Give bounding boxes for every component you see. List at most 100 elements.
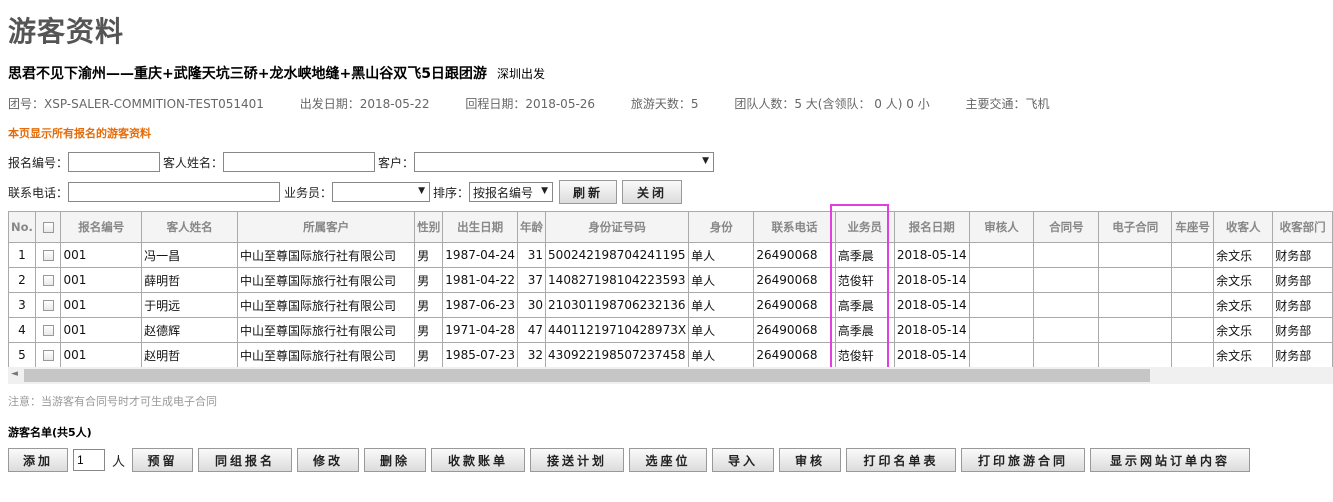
horizontal-scrollbar[interactable]: ◄ <box>8 367 1333 384</box>
table-cell: 26490068 <box>753 267 836 293</box>
reg-no-input[interactable] <box>68 152 161 172</box>
audit-button[interactable]: 审核 <box>779 448 842 472</box>
close-button[interactable]: 关闭 <box>622 180 683 204</box>
table-cell <box>1033 267 1100 293</box>
table-cell: 中山至尊国际旅行社有限公司 <box>237 242 416 268</box>
group-no: 团号：XSP-SALER-COMMITION-TEST051401 <box>8 97 264 111</box>
table-cell: 财务部 <box>1272 317 1333 343</box>
table-cell <box>1033 292 1100 318</box>
table-cell <box>1033 342 1100 368</box>
table-cell: 2018-05-14 <box>893 292 970 318</box>
table-cell: 财务部 <box>1272 292 1333 318</box>
col-header-identity: 身份 <box>688 211 755 243</box>
table-cell: 余文乐 <box>1213 267 1274 293</box>
table-cell: 2 <box>8 267 36 293</box>
transport: 主要交通：飞机 <box>965 97 1050 111</box>
table-cell: 高季晨 <box>834 242 895 268</box>
table-row[interactable]: 4 001 赵德辉 中山至尊国际旅行社有限公司男 1971-04-28 47 4401121… <box>8 317 1333 343</box>
table-cell: 男 <box>414 242 444 268</box>
tourist-table: No. 报名编号 客人姓名 所属客户 性别 出生日期 年龄 身份证号码 身份 联… <box>8 211 1333 368</box>
table-cell: 2018-05-14 <box>893 317 970 343</box>
table-cell: 中山至尊国际旅行社有限公司 <box>237 317 416 343</box>
row-select-cell[interactable] <box>34 292 62 318</box>
table-cell <box>968 242 1035 268</box>
name-input[interactable] <box>223 152 376 172</box>
table-row[interactable]: 5 001 赵明哲 中山至尊国际旅行社有限公司男 1985-07-23 32 4309221… <box>8 342 1333 368</box>
quantity-input[interactable] <box>73 449 105 471</box>
table-cell: 中山至尊国际旅行社有限公司 <box>237 292 416 318</box>
table-cell <box>1098 242 1173 268</box>
table-cell <box>1098 292 1173 318</box>
table-cell: 单人 <box>688 342 755 368</box>
phone-input[interactable] <box>68 182 281 202</box>
refresh-button[interactable]: 刷新 <box>559 180 618 204</box>
col-header-birth: 出生日期 <box>442 211 519 243</box>
table-cell: 财务部 <box>1272 342 1333 368</box>
table-header-row: No. 报名编号 客人姓名 所属客户 性别 出生日期 年龄 身份证号码 身份 联… <box>8 211 1333 243</box>
table-cell: 2018-05-14 <box>893 342 970 368</box>
table-cell <box>1098 317 1173 343</box>
table-cell <box>1098 342 1173 368</box>
table-row[interactable]: 3 001 于明远 中山至尊国际旅行社有限公司男 1987-06-23 30 2103011… <box>8 292 1333 318</box>
row-checkbox[interactable] <box>42 275 54 286</box>
select-seat-button[interactable]: 选座位 <box>629 448 708 472</box>
table-cell <box>1033 242 1100 268</box>
row-checkbox[interactable] <box>42 250 54 261</box>
table-row[interactable]: 2 001 薛明哲 中山至尊国际旅行社有限公司男 1981-04-22 37 1408271… <box>8 267 1333 293</box>
scrollbar-thumb[interactable] <box>24 369 1150 382</box>
group-size: 团队人数：5 大(含领队： 0 人) 0 小 <box>734 97 930 111</box>
row-checkbox[interactable] <box>42 300 54 311</box>
col-header-gender: 性别 <box>414 211 444 243</box>
show-web-order-button[interactable]: 显示网站订单内容 <box>1090 448 1251 472</box>
table-cell: 140827198104223593 <box>545 267 690 293</box>
filter-row-2: 联系电话： 业务员： ▼ 排序： 按报名编号 ▼ 刷新 关闭 <box>8 180 683 204</box>
table-cell: 单人 <box>688 267 755 293</box>
departure-city: 深圳出发 <box>496 67 545 81</box>
table-cell: 薛明哲 <box>141 267 239 293</box>
add-button[interactable]: 添加 <box>8 448 68 472</box>
table-cell: 中山至尊国际旅行社有限公司 <box>237 267 416 293</box>
table-cell: 男 <box>414 317 444 343</box>
return-date: 回程日期：2018-05-26 <box>465 97 596 111</box>
table-cell: 余文乐 <box>1213 292 1274 318</box>
print-contract-button[interactable]: 打印旅游合同 <box>961 448 1086 472</box>
row-checkbox[interactable] <box>42 350 54 361</box>
row-select-cell[interactable] <box>34 267 62 293</box>
import-button[interactable]: 导入 <box>712 448 775 472</box>
col-header-e-contract: 电子合同 <box>1098 211 1173 243</box>
sort-label: 排序： <box>433 185 470 200</box>
contract-note: 注意：当游客有合同号时才可生成电子合同 <box>8 395 217 408</box>
table-cell: 财务部 <box>1272 267 1333 293</box>
col-header-reg-date: 报名日期 <box>893 211 970 243</box>
transfer-plan-button[interactable]: 接送计划 <box>530 448 625 472</box>
table-cell: 001 <box>60 267 143 293</box>
delete-button[interactable]: 删除 <box>364 448 427 472</box>
col-header-phone: 联系电话 <box>753 211 836 243</box>
print-roster-button[interactable]: 打印名单表 <box>846 448 957 472</box>
row-select-cell[interactable] <box>34 342 62 368</box>
table-row[interactable]: 1 001 冯一昌 中山至尊国际旅行社有限公司男 1987-04-24 31 5002421… <box>8 242 1333 268</box>
table-cell: 1987-06-23 <box>442 292 519 318</box>
customer-select[interactable]: ▼ <box>414 152 715 172</box>
col-header-select[interactable] <box>34 211 62 243</box>
table-cell: 高季晨 <box>834 292 895 318</box>
sort-select[interactable]: 按报名编号 ▼ <box>469 182 554 202</box>
table-cell: 001 <box>60 342 143 368</box>
scroll-left-icon[interactable]: ◄ <box>11 369 18 379</box>
row-select-cell[interactable] <box>34 317 62 343</box>
table-cell: 余文乐 <box>1213 242 1274 268</box>
salesman-select[interactable]: ▼ <box>332 182 431 202</box>
edit-button[interactable]: 修改 <box>297 448 360 472</box>
payment-bill-button[interactable]: 收款账单 <box>431 448 526 472</box>
row-checkbox[interactable] <box>42 325 54 336</box>
col-header-customer: 所属客户 <box>237 211 416 243</box>
table-cell: 单人 <box>688 317 755 343</box>
select-all-checkbox[interactable] <box>42 222 54 233</box>
table-cell: 5 <box>8 342 36 368</box>
group-register-button[interactable]: 同组报名 <box>198 448 293 472</box>
table-cell <box>1033 317 1100 343</box>
notice-text: 本页显示所有报名的游客资料 <box>8 127 151 140</box>
table-cell: 3 <box>8 292 36 318</box>
row-select-cell[interactable] <box>34 242 62 268</box>
reserve-button[interactable]: 预留 <box>132 448 194 472</box>
